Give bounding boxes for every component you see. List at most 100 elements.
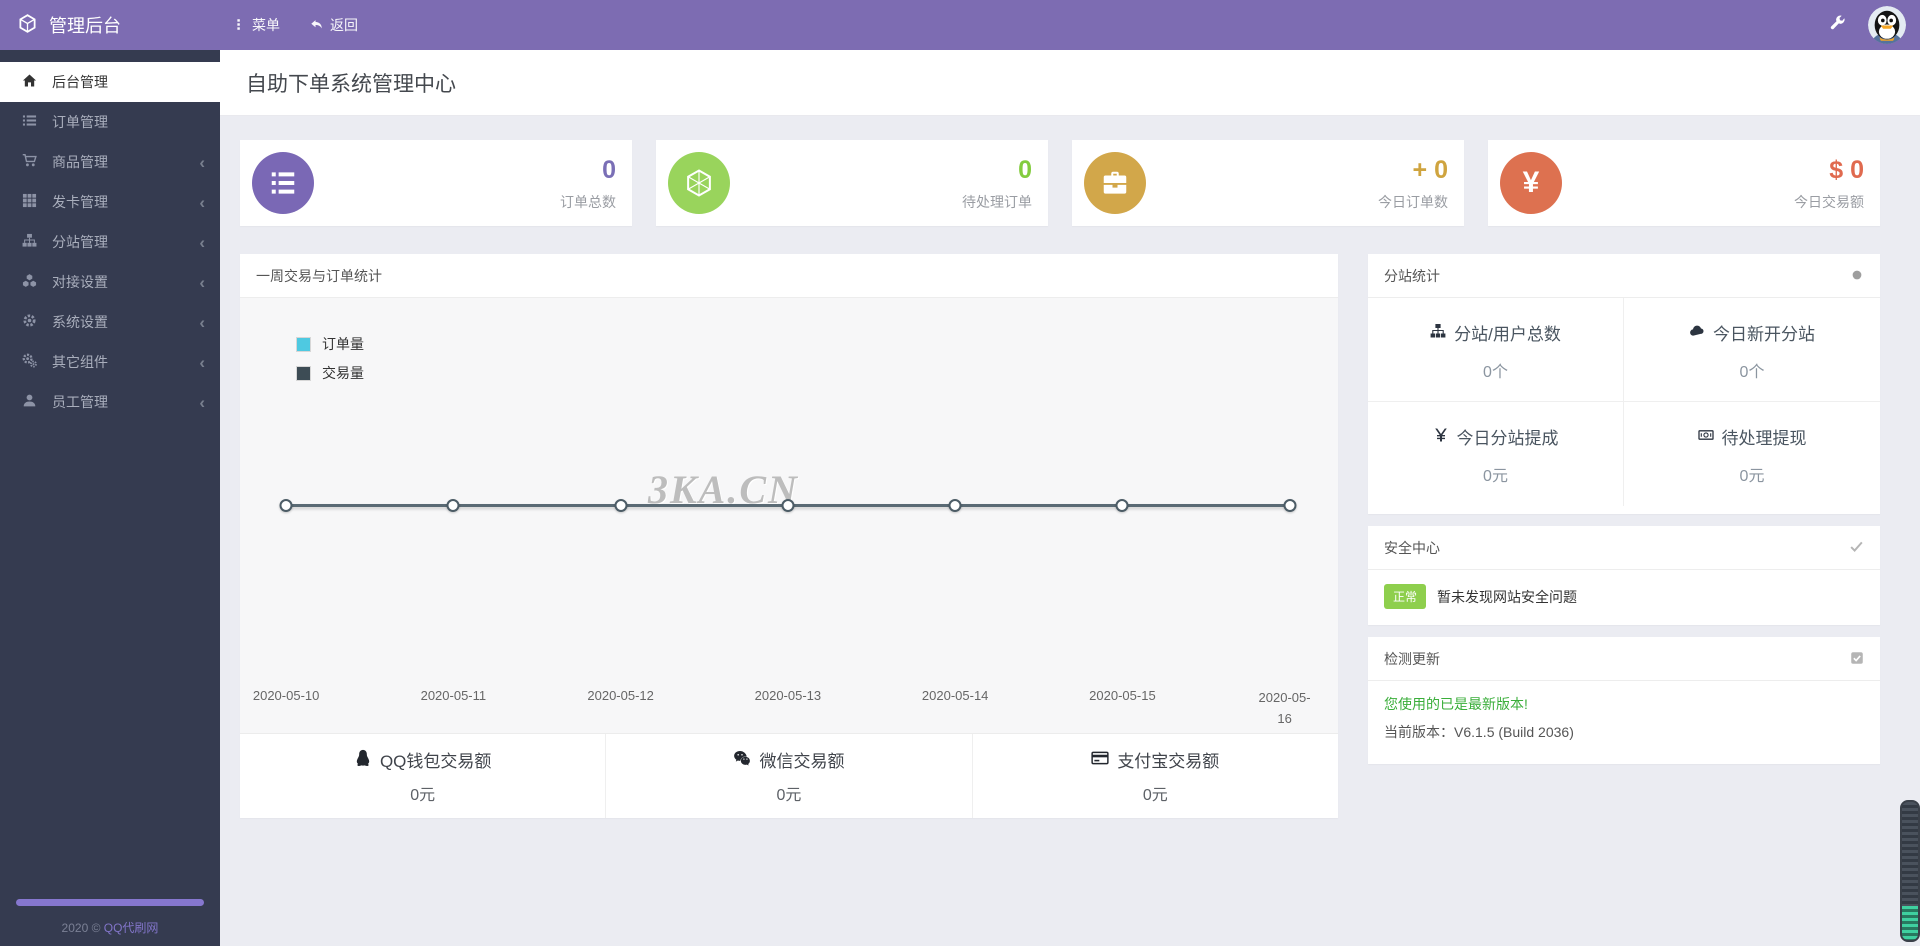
menu-label: 菜单 bbox=[252, 17, 280, 33]
payment-stat-credit-card: 支付宝交易额 0元 bbox=[971, 734, 1338, 818]
update-panel-header: 检测更新 bbox=[1368, 637, 1880, 681]
sidebar-item-list[interactable]: 订单管理 bbox=[0, 102, 220, 142]
chart-title: 一周交易与订单统计 bbox=[256, 267, 382, 284]
x-axis-label: 2020-05-13 bbox=[754, 688, 822, 703]
menu-toggle[interactable]: 菜单 bbox=[232, 15, 280, 35]
topnav: 菜单 返回 bbox=[220, 15, 358, 35]
sidebar-item-sitemap[interactable]: 分站管理 ‹ bbox=[0, 222, 220, 262]
sidebar-item-cart[interactable]: 商品管理 ‹ bbox=[0, 142, 220, 182]
cloud-icon bbox=[1689, 323, 1705, 342]
chart-legend: 订单量 交易量 bbox=[296, 334, 364, 392]
sidebar-item-label: 系统设置 bbox=[52, 314, 108, 330]
stat-card-hexagon: 0 待处理订单 bbox=[656, 140, 1048, 226]
chart-area: 订单量 交易量 3KA.CN 2020-05-10 2020-05-11 2020-0… bbox=[240, 298, 1338, 733]
sidebar-item-label: 员工管理 bbox=[52, 394, 108, 410]
data-point[interactable] bbox=[279, 499, 293, 512]
main-content: 自助下单系统管理中心 0 订单总数 0 待处理订单 + 0 今日订单数 ¥ $ 0 今日交易额 … bbox=[220, 50, 1920, 946]
data-point[interactable] bbox=[1115, 499, 1129, 512]
content-row: 一周交易与订单统计 订单量 交易量 3KA.CN 2020-05-10 2020-0… bbox=[240, 254, 1880, 818]
substation-panel-header: 分站统计 bbox=[1368, 254, 1880, 298]
sidebar-item-user[interactable]: 员工管理 ‹ bbox=[0, 382, 220, 422]
substation-cell: 今日分站提成 0元 bbox=[1368, 402, 1624, 506]
wrench-icon[interactable] bbox=[1830, 15, 1846, 34]
sitemap-icon bbox=[19, 233, 39, 250]
legend-item[interactable]: 订单量 bbox=[296, 334, 364, 354]
back-label: 返回 bbox=[330, 17, 358, 33]
payment-label-text: 微信交易额 bbox=[759, 752, 845, 771]
payment-stat-value: 0元 bbox=[776, 787, 802, 804]
status-badge: 正常 bbox=[1384, 584, 1427, 609]
payment-label-text: 支付宝交易额 bbox=[1117, 752, 1220, 771]
stat-card-value: 0 bbox=[1018, 155, 1032, 184]
chevron-left-icon: ‹ bbox=[199, 192, 205, 212]
chevron-left-icon: ‹ bbox=[199, 312, 205, 332]
x-axis-label: 2020-05-14 bbox=[921, 688, 989, 703]
update-version: 当前版本：V6.1.5 (Build 2036) bbox=[1384, 724, 1574, 740]
sitemap-icon bbox=[1430, 323, 1446, 342]
cubes-icon bbox=[19, 273, 39, 290]
data-point[interactable] bbox=[948, 499, 962, 512]
check-icon[interactable] bbox=[1849, 539, 1864, 556]
legend-item[interactable]: 交易量 bbox=[296, 363, 364, 383]
brand[interactable]: 管理后台 bbox=[0, 12, 220, 38]
x-axis-label: 2020-05-11 bbox=[420, 688, 487, 703]
update-panel: 检测更新 您使用的已是最新版本! 当前版本：V6.1.5 (Build 2036… bbox=[1368, 637, 1880, 764]
brand-title: 管理后台 bbox=[49, 16, 121, 36]
payment-stat-value: 0元 bbox=[1142, 787, 1168, 804]
gear-icon bbox=[19, 313, 39, 330]
wechat-icon bbox=[733, 749, 751, 770]
sidebar-item-cogs[interactable]: 其它组件 ‹ bbox=[0, 342, 220, 382]
sidebar-footer: 2020 © QQ代刷网 bbox=[0, 899, 220, 936]
security-panel-header: 安全中心 bbox=[1368, 526, 1880, 570]
data-point[interactable] bbox=[781, 499, 795, 512]
checked-box-icon[interactable] bbox=[1850, 651, 1864, 667]
back-link[interactable]: 返回 bbox=[310, 15, 358, 35]
sidebar-item-cubes[interactable]: 对接设置 ‹ bbox=[0, 262, 220, 302]
payment-stat-label: 支付宝交易额 bbox=[973, 747, 1338, 772]
right-column: 分站统计 分站/用户总数 0个 今日新开分站 0个 今日分站提成 0元 待处理提现 0元 安全… bbox=[1368, 254, 1880, 764]
page-title: 自助下单系统管理中心 bbox=[246, 72, 456, 96]
substation-grid: 分站/用户总数 0个 今日新开分站 0个 今日分站提成 0元 待处理提现 0元 bbox=[1368, 298, 1880, 514]
chevron-left-icon: ‹ bbox=[199, 272, 205, 292]
chevron-left-icon: ‹ bbox=[199, 152, 205, 172]
scroll-widget[interactable] bbox=[1900, 800, 1920, 942]
dot-icon[interactable] bbox=[1850, 268, 1864, 284]
substation-label-text: 今日分站提成 bbox=[1456, 429, 1559, 448]
payment-stat-label: 微信交易额 bbox=[606, 747, 971, 772]
sidebar: 后台管理 订单管理 商品管理 ‹ 发卡管理 ‹ 分站管理 ‹ 对接设置 ‹ 系统设置 ‹ 其它组件 ‹ 员工… bbox=[0, 50, 220, 946]
home-icon bbox=[19, 73, 39, 90]
data-point[interactable] bbox=[614, 499, 628, 512]
copyright-link[interactable]: QQ代刷网 bbox=[104, 921, 159, 935]
hexagon-icon bbox=[668, 152, 730, 214]
security-body: 正常 暂未发现网站安全问题 bbox=[1368, 570, 1880, 625]
stat-card-yen-sign: ¥ $ 0 今日交易额 bbox=[1488, 140, 1880, 226]
sidebar-item-gear[interactable]: 系统设置 ‹ bbox=[0, 302, 220, 342]
chart-panel: 一周交易与订单统计 订单量 交易量 3KA.CN 2020-05-10 2020-0… bbox=[240, 254, 1338, 818]
qq-avatar[interactable] bbox=[1868, 6, 1906, 44]
sidebar-item-grid[interactable]: 发卡管理 ‹ bbox=[0, 182, 220, 222]
topbar: 管理后台 菜单 返回 bbox=[0, 0, 1920, 50]
x-axis-label: 2020-05-15 bbox=[1089, 688, 1156, 703]
stat-card-briefcase: + 0 今日订单数 bbox=[1072, 140, 1464, 226]
substation-cell: 分站/用户总数 0个 bbox=[1368, 298, 1624, 402]
topbar-right bbox=[1830, 6, 1920, 44]
yen-icon bbox=[1433, 427, 1449, 446]
substation-cell-label: 分站/用户总数 bbox=[1368, 320, 1623, 345]
title-bar: 自助下单系统管理中心 bbox=[220, 50, 1920, 116]
stat-card-label: 订单总数 bbox=[560, 193, 616, 210]
stat-card-text: 0 订单总数 bbox=[560, 155, 616, 212]
stat-card-label: 今日交易额 bbox=[1794, 193, 1864, 210]
stat-card-text: + 0 今日订单数 bbox=[1378, 155, 1448, 212]
list-ol-icon bbox=[252, 152, 314, 214]
substation-label-text: 今日新开分站 bbox=[1713, 325, 1815, 344]
stat-card-label: 待处理订单 bbox=[962, 193, 1032, 210]
security-panel: 安全中心 正常 暂未发现网站安全问题 bbox=[1368, 526, 1880, 625]
chevron-left-icon: ‹ bbox=[199, 232, 205, 252]
data-point[interactable] bbox=[446, 499, 460, 512]
stat-card-label: 今日订单数 bbox=[1378, 193, 1448, 210]
sidebar-item-home[interactable]: 后台管理 bbox=[0, 62, 220, 102]
x-axis-label: 2020-05-16 bbox=[1258, 690, 1311, 726]
data-point[interactable] bbox=[1283, 499, 1297, 512]
update-title: 检测更新 bbox=[1384, 650, 1440, 667]
payment-stats-row: QQ钱包交易额 0元 微信交易额 0元 支付宝交易额 0元 bbox=[240, 733, 1338, 818]
